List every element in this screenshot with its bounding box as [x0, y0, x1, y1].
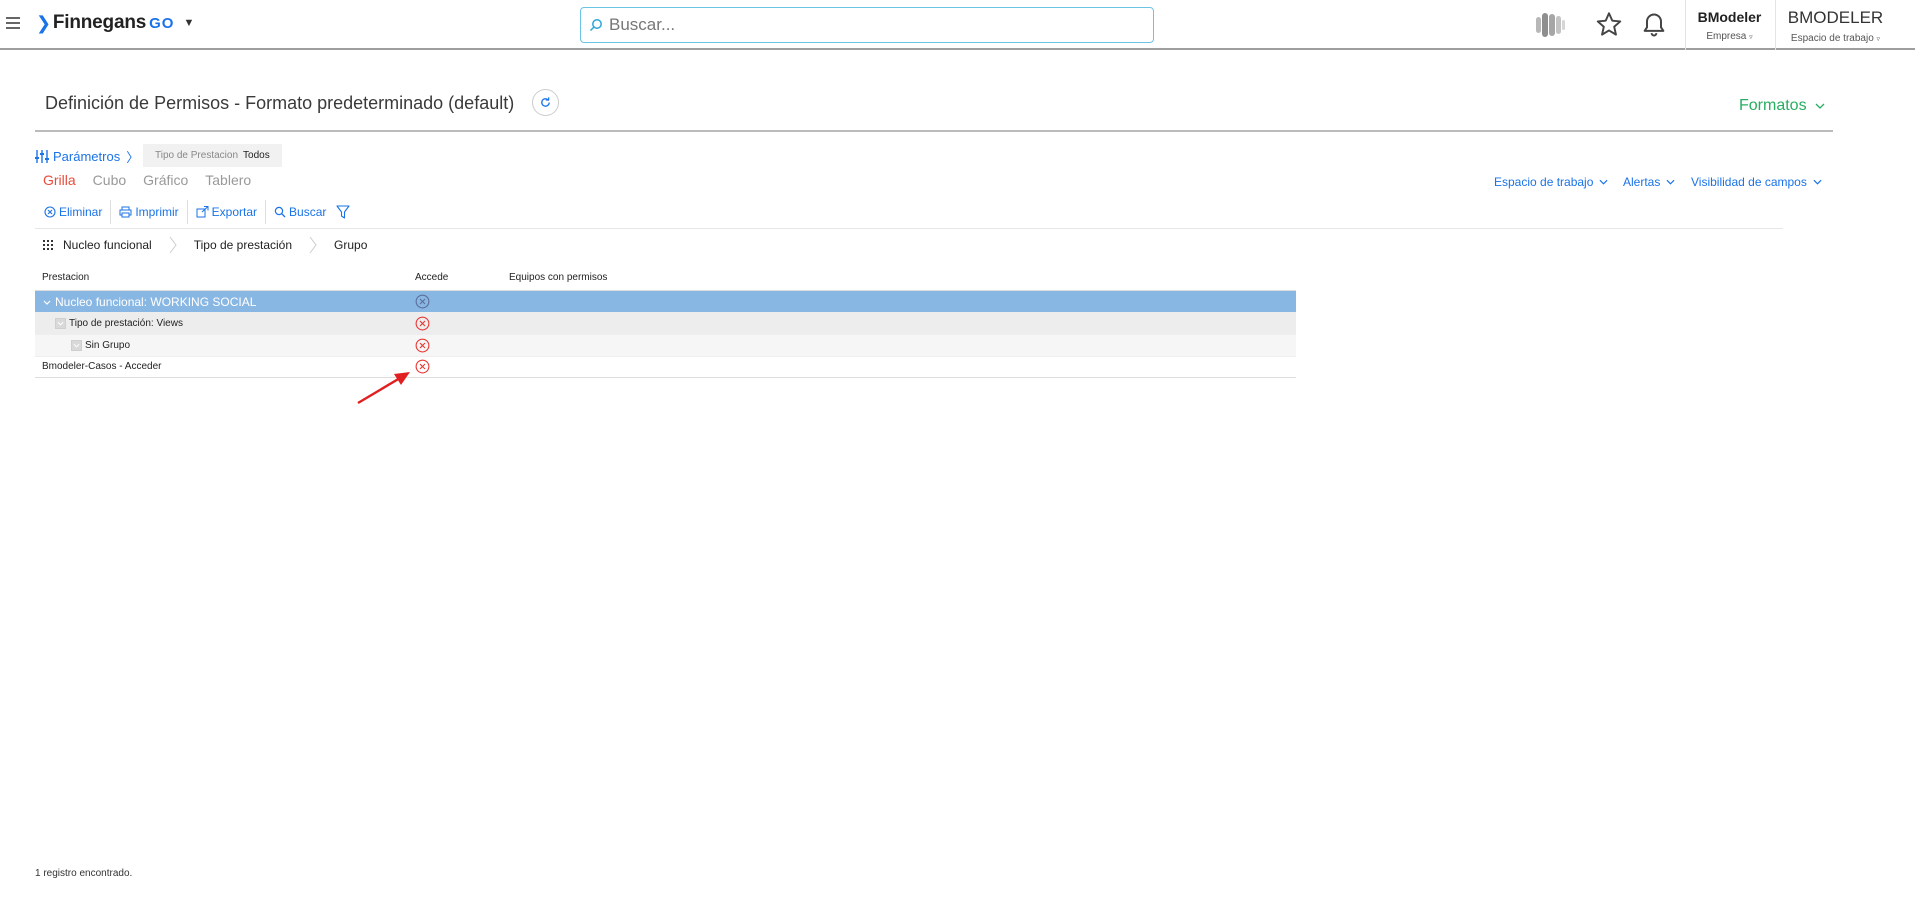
collapse-chevron-icon[interactable]: [55, 318, 66, 329]
column-header-accede[interactable]: Accede: [415, 272, 448, 283]
workspace-dropdown[interactable]: Espacio de trabajo: [1494, 175, 1608, 189]
record-count: 1 registro encontrado.: [35, 868, 133, 879]
workspace-selector[interactable]: BMODELER Espacio de trabajo ▿: [1775, 0, 1895, 50]
search-input[interactable]: [609, 15, 1129, 35]
top-bar: ❯ Finnegans GO ▼ BModeler Empresa ▿ BMOD…: [0, 0, 1915, 50]
group-row-nucleo-funcional[interactable]: Nucleo funcional: WORKING SOCIAL: [35, 291, 1296, 313]
collapse-chevron-icon[interactable]: [41, 297, 52, 308]
field-visibility-label: Visibilidad de campos: [1691, 175, 1807, 189]
tab-grafico[interactable]: Gráfico: [143, 172, 188, 188]
delete-button[interactable]: Eliminar: [42, 200, 112, 224]
parameters-label: Parámetros: [53, 149, 121, 164]
search-label: Buscar: [289, 205, 327, 219]
alerts-dropdown[interactable]: Alertas: [1623, 175, 1675, 189]
tab-tablero[interactable]: Tablero: [205, 172, 251, 188]
table-row[interactable]: Bmodeler-Casos - Acceder: [35, 357, 1296, 378]
toolbar-divider: [35, 228, 1783, 229]
chevron-right-icon: 〉: [126, 150, 140, 165]
param-chip-tipo-prestacion[interactable]: Tipo de Prestacion Todos: [143, 144, 282, 167]
deny-x-icon[interactable]: [415, 316, 430, 331]
print-button[interactable]: Imprimir: [111, 200, 188, 224]
app-logo[interactable]: ❯ Finnegans GO ▼: [36, 12, 194, 34]
group-chip-nucleo-funcional[interactable]: Nucleo funcional: [63, 238, 152, 252]
drag-grip-icon[interactable]: [43, 240, 53, 250]
deny-x-icon[interactable]: [415, 294, 430, 309]
alerts-dropdown-label: Alertas: [1623, 175, 1661, 189]
company-label: Empresa: [1706, 31, 1747, 42]
tab-cubo[interactable]: Cubo: [93, 172, 126, 188]
brand-suffix: GO: [149, 14, 175, 32]
magnifier-icon: [274, 206, 286, 218]
printer-icon: [119, 206, 132, 218]
group-chip-grupo[interactable]: Grupo: [334, 238, 367, 252]
group-separator-chevron-icon: [309, 236, 317, 254]
tab-grilla[interactable]: Grilla: [43, 172, 76, 188]
global-search[interactable]: [580, 7, 1154, 43]
workspace-dropdown-label: Espacio de trabajo: [1494, 175, 1594, 189]
grouping-bar: Nucleo funcional Tipo de prestación Grup…: [43, 236, 367, 254]
export-label: Exportar: [211, 205, 258, 219]
group-chip-tipo-prestacion[interactable]: Tipo de prestación: [194, 238, 292, 252]
column-header-equipos[interactable]: Equipos con permisos: [509, 272, 607, 283]
hamburger-menu-icon[interactable]: [6, 17, 20, 29]
export-button[interactable]: Exportar: [188, 200, 267, 224]
search-icon: [589, 19, 602, 32]
formats-label: Formatos: [1739, 97, 1807, 114]
caret-down-icon[interactable]: ▼: [183, 17, 194, 29]
filter-funnel-icon[interactable]: [336, 205, 350, 219]
param-chip-value: Todos: [243, 150, 270, 161]
refresh-icon: [541, 97, 550, 107]
app-switcher-icon[interactable]: [1533, 12, 1567, 38]
annotation-arrow-icon: [357, 372, 410, 405]
grid-toolbar: Eliminar Imprimir Exportar Buscar: [42, 200, 350, 224]
formats-dropdown[interactable]: Formatos: [1739, 97, 1825, 115]
collapse-chevron-icon[interactable]: [71, 340, 82, 351]
delete-circle-x-icon: [44, 206, 56, 218]
deny-x-icon[interactable]: [415, 359, 430, 374]
sliders-icon: [35, 150, 49, 163]
chevron-down-icon: [1813, 179, 1822, 185]
field-visibility-dropdown[interactable]: Visibilidad de campos: [1691, 175, 1822, 189]
grid-header: Prestacion Accede Equipos con permisos: [35, 266, 1296, 291]
search-button[interactable]: Buscar: [266, 200, 334, 224]
parameters-toggle[interactable]: Parámetros 〉: [35, 147, 139, 166]
caret-down-icon: ▿: [1876, 36, 1881, 43]
workspace-name: BMODELER: [1787, 8, 1884, 27]
chevron-down-icon: [1666, 179, 1675, 185]
group-row-label: Tipo de prestación: Views: [69, 318, 183, 329]
permissions-grid: Prestacion Accede Equipos con permisos N…: [35, 266, 1296, 378]
column-header-prestacion[interactable]: Prestacion: [42, 272, 89, 283]
notifications-bell-icon[interactable]: [1640, 11, 1668, 39]
delete-label: Eliminar: [59, 205, 103, 219]
view-tabs: Grilla Cubo Gráfico Tablero: [43, 172, 268, 188]
caret-down-icon: ▿: [1749, 34, 1753, 41]
group-row-tipo-prestacion[interactable]: Tipo de prestación: Views: [35, 313, 1296, 335]
group-row-label: Sin Grupo: [85, 340, 131, 351]
page-title: Definición de Permisos - Formato predete…: [45, 93, 515, 113]
logo-chevron-icon: ❯: [36, 12, 51, 33]
prestacion-cell: Bmodeler-Casos - Acceder: [42, 361, 162, 372]
brand-name: Finnegans: [52, 12, 147, 33]
company-name: BModeler: [1697, 9, 1762, 25]
chevron-down-icon: [1599, 179, 1608, 185]
export-icon: [196, 206, 209, 218]
group-row-grupo[interactable]: Sin Grupo: [35, 335, 1296, 357]
print-label: Imprimir: [135, 205, 179, 219]
title-divider: [35, 130, 1833, 132]
refresh-button[interactable]: [532, 89, 559, 116]
company-selector[interactable]: BModeler Empresa ▿: [1685, 0, 1773, 50]
chevron-down-icon: [1815, 103, 1825, 109]
param-chip-key: Tipo de Prestacion: [155, 150, 239, 161]
group-separator-chevron-icon: [169, 236, 177, 254]
favorites-star-icon[interactable]: [1595, 11, 1623, 38]
workspace-label: Espacio de trabajo: [1790, 33, 1874, 44]
deny-x-icon[interactable]: [415, 338, 430, 353]
group-row-label: Nucleo funcional: WORKING SOCIAL: [55, 295, 257, 309]
